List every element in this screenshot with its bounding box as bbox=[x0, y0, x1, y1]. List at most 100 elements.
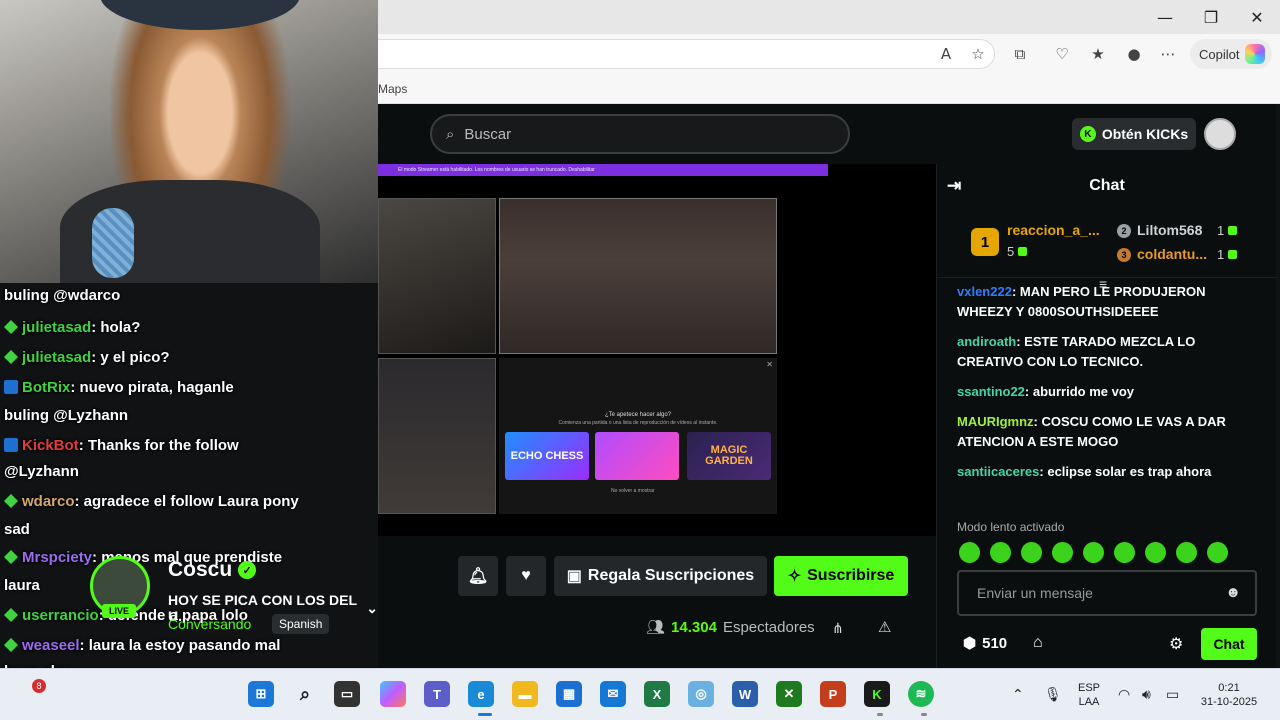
chat-title: Chat bbox=[1089, 177, 1125, 194]
user-avatar[interactable] bbox=[1204, 118, 1236, 150]
overlay-chat-line: wdarco: agradece el follow Laura pony bbox=[4, 493, 299, 510]
gem-icon bbox=[1228, 250, 1238, 259]
dont-show-again-checkbox[interactable]: No volver a mostrar bbox=[611, 488, 655, 494]
video-feed-1 bbox=[378, 198, 496, 354]
emote-icon[interactable] bbox=[1207, 542, 1228, 563]
tray-chevron-icon[interactable]: ⌃ bbox=[1012, 687, 1024, 703]
language-indicator[interactable]: ESP LAA bbox=[1074, 681, 1104, 709]
favorite-star-icon[interactable]: ☆ bbox=[966, 42, 990, 66]
emote-icon[interactable] bbox=[959, 542, 980, 563]
more-menu-icon[interactable]: ⋯ bbox=[1156, 42, 1180, 66]
language-tag[interactable]: Spanish bbox=[272, 614, 330, 634]
favorite-maps-link[interactable]: Maps bbox=[378, 82, 407, 96]
chat-username[interactable]: santiicaceres bbox=[957, 464, 1039, 479]
emote-icon[interactable] bbox=[1052, 542, 1073, 563]
chat-username[interactable]: andiroath bbox=[957, 334, 1016, 349]
kick-header: ⌕ Buscar K Obtén KICKs bbox=[378, 104, 1276, 164]
tray-mic-icon[interactable]: 🎙︎ bbox=[1044, 687, 1062, 703]
store-icon[interactable]: ⌂ bbox=[1033, 634, 1043, 652]
file-explorer-icon[interactable]: ▬ bbox=[512, 681, 538, 707]
game-prompt-title: ¿Te apetece hacer algo? bbox=[604, 412, 672, 418]
game-card-magic-garden[interactable]: MAGIC GARDEN bbox=[687, 432, 771, 480]
url-field[interactable] bbox=[360, 39, 995, 69]
kick-app-icon[interactable]: K bbox=[864, 681, 890, 707]
chat-username[interactable]: ssantino22 bbox=[957, 384, 1025, 399]
share-icon[interactable]: ⋔ bbox=[832, 620, 844, 637]
stream-category[interactable]: Conversando bbox=[168, 616, 251, 632]
overlay-message-text: : nuevo pirata, haganle bbox=[70, 379, 234, 396]
running-indicator bbox=[921, 713, 927, 716]
leader-2-name[interactable]: Liltom568 bbox=[1137, 222, 1202, 238]
chat-username[interactable]: vxlen222 bbox=[957, 284, 1012, 299]
channel-points[interactable]: ⬢ 510 bbox=[963, 634, 1007, 653]
emote-icon[interactable] bbox=[1176, 542, 1197, 563]
app-icon[interactable]: ◎ bbox=[688, 681, 714, 707]
store-app-icon[interactable]: ▦ bbox=[556, 681, 582, 707]
teams-icon[interactable]: T bbox=[424, 681, 450, 707]
chat-message-text: : aburrido me voy bbox=[1024, 384, 1134, 399]
game-card-echo-chess[interactable]: ECHO CHESS bbox=[505, 432, 589, 480]
mail-icon[interactable]: ✉ bbox=[600, 681, 626, 707]
video-player[interactable]: El modo Streamer está habilitado. Los no… bbox=[378, 164, 936, 536]
overlay-username: weaseel bbox=[22, 637, 80, 654]
emote-icon[interactable] bbox=[1114, 542, 1135, 563]
report-warning-icon[interactable]: ⚠ bbox=[878, 618, 891, 636]
emoji-picker-icon[interactable]: ☻ bbox=[1225, 584, 1241, 601]
follow-heart-button[interactable]: ♥ bbox=[506, 556, 546, 596]
leader-1-name[interactable]: reaccion_a_... bbox=[1007, 222, 1100, 238]
overlay-username: wdarco bbox=[22, 493, 75, 510]
close-window-button[interactable]: ✕ bbox=[1234, 6, 1280, 28]
overlay-chat-line: laura bbox=[4, 577, 40, 594]
copilot-logo-icon bbox=[1245, 44, 1266, 64]
emote-icon[interactable] bbox=[1083, 542, 1104, 563]
edge-icon[interactable]: e bbox=[468, 681, 494, 707]
close-icon[interactable]: ✕ bbox=[766, 360, 773, 369]
overlay-chat-line: KickBot: Thanks for the follow bbox=[4, 437, 239, 454]
chevron-down-icon[interactable]: ⌄ bbox=[366, 600, 378, 617]
start-button-icon[interactable]: ⊞ bbox=[248, 681, 274, 707]
overlay-chat-line: julietasad: y el pico? bbox=[4, 349, 170, 366]
emote-icon[interactable] bbox=[1021, 542, 1042, 563]
copilot-button[interactable]: Copilot bbox=[1190, 39, 1272, 69]
read-aloud-icon[interactable]: A bbox=[934, 42, 958, 66]
task-view-icon[interactable]: ▭ bbox=[334, 681, 360, 707]
chat-send-button[interactable]: Chat bbox=[1201, 628, 1257, 660]
stream-info: 🔔︎ ♥ ▣ Regala Suscripciones ✧ Suscribirs… bbox=[378, 536, 936, 668]
settings-gear-icon[interactable]: ⚙ bbox=[1169, 634, 1183, 654]
leader-3-name[interactable]: coldantu... bbox=[1137, 246, 1207, 262]
battery-icon[interactable]: ▭ bbox=[1166, 687, 1179, 703]
search-taskbar-icon[interactable]: ⌕ bbox=[292, 681, 318, 707]
spotify-icon[interactable]: ≋ bbox=[908, 681, 934, 707]
clock[interactable]: 0:21 31-10-2025 bbox=[1196, 681, 1262, 709]
search-placeholder: Buscar bbox=[464, 125, 512, 143]
emote-icon[interactable] bbox=[1145, 542, 1166, 563]
extensions-icon[interactable]: ⧉ bbox=[1008, 42, 1032, 66]
emote-icon[interactable] bbox=[990, 542, 1011, 563]
copilot-app-icon[interactable] bbox=[380, 681, 406, 707]
word-icon[interactable]: W bbox=[732, 681, 758, 707]
overlay-message-text: @Lyzhann bbox=[4, 463, 79, 480]
notifications-bell-button[interactable]: 🔔︎ bbox=[458, 556, 498, 596]
minimize-button[interactable]: — bbox=[1142, 6, 1188, 28]
profile-icon[interactable]: ● bbox=[1122, 42, 1146, 66]
subscribe-button[interactable]: ✧ Suscribirse bbox=[774, 556, 908, 596]
excel-icon[interactable]: X bbox=[644, 681, 670, 707]
gift-subscriptions-button[interactable]: ▣ Regala Suscripciones bbox=[554, 556, 767, 596]
favorites-icon[interactable]: ★ bbox=[1086, 42, 1110, 66]
streamer-name[interactable]: Coscu ✓ bbox=[168, 558, 257, 582]
volume-icon[interactable]: 🔊︎ bbox=[1142, 687, 1151, 703]
wifi-icon[interactable]: ◠ bbox=[1118, 687, 1130, 703]
xbox-icon[interactable]: ✕ bbox=[776, 681, 802, 707]
points-icon: ⬢ bbox=[963, 635, 977, 652]
search-input[interactable]: ⌕ Buscar bbox=[430, 114, 850, 154]
collapse-chat-icon[interactable]: ⇥ bbox=[947, 176, 961, 196]
chat-username[interactable]: MAURIgmnz bbox=[957, 414, 1034, 429]
maximize-button[interactable]: ❐ bbox=[1188, 6, 1234, 28]
browser-essentials-icon[interactable]: ♡ bbox=[1050, 42, 1074, 66]
game-card-blocks[interactable] bbox=[595, 432, 679, 480]
chat-badge-icon bbox=[4, 350, 18, 364]
get-kicks-button[interactable]: K Obtén KICKs bbox=[1072, 118, 1196, 150]
powerpoint-icon[interactable]: P bbox=[820, 681, 846, 707]
overlay-chat-line: @Lyzhann bbox=[4, 463, 79, 480]
chat-message-input[interactable]: Enviar un mensaje ☻ bbox=[957, 570, 1257, 616]
